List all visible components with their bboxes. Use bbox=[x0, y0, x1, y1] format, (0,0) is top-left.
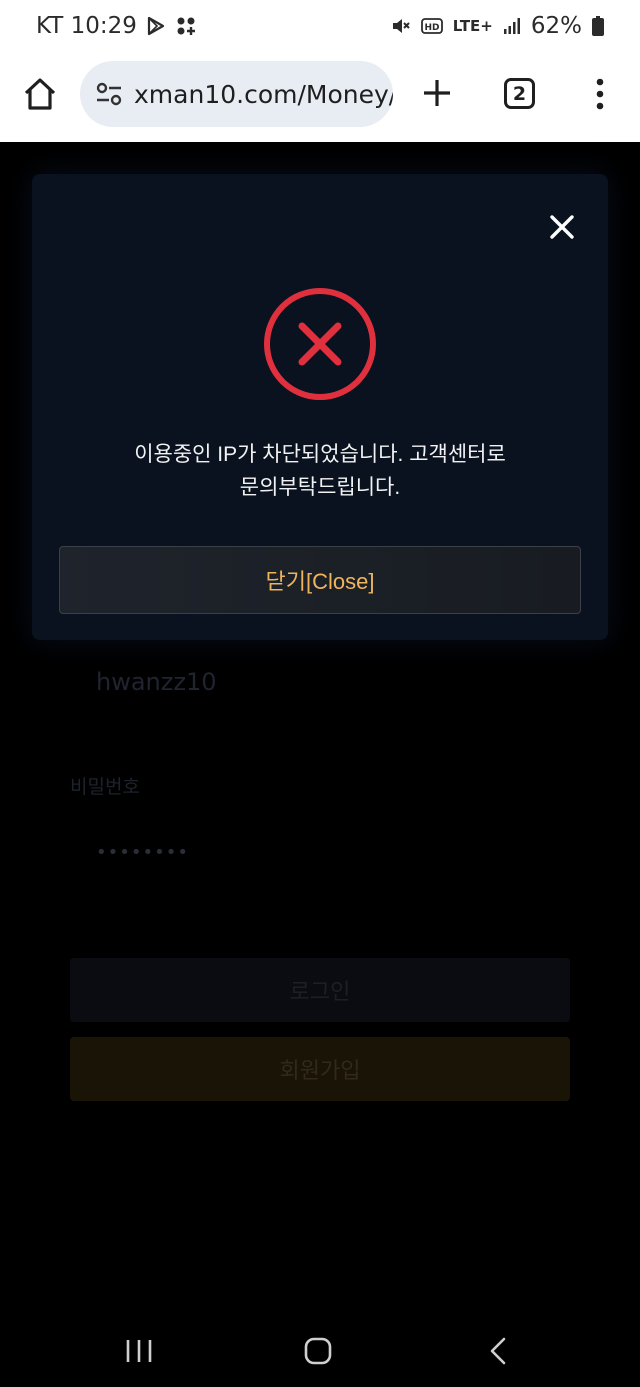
recent-apps-button[interactable] bbox=[124, 1338, 154, 1364]
mute-icon bbox=[391, 16, 411, 36]
recent-apps-icon bbox=[126, 1340, 152, 1362]
system-nav-bar bbox=[0, 1310, 640, 1387]
kebab-menu-icon bbox=[596, 78, 604, 110]
login-button[interactable]: 로그인 bbox=[70, 958, 570, 1022]
password-input[interactable]: •••••••• bbox=[96, 842, 189, 863]
hd-voice-icon: HD bbox=[420, 17, 443, 35]
nav-home-icon bbox=[304, 1337, 332, 1365]
site-settings-icon[interactable] bbox=[94, 79, 124, 109]
address-bar[interactable]: xman10.com/Money/ bbox=[80, 61, 393, 127]
battery-percent: 62% bbox=[530, 13, 582, 39]
signal-icon bbox=[503, 17, 521, 35]
apps-notification-icon bbox=[175, 15, 197, 37]
modal-message: 이용중인 IP가 차단되었습니다. 고객센터로 문의부탁드립니다. bbox=[72, 438, 568, 504]
signup-button[interactable]: 회원가입 bbox=[70, 1037, 570, 1101]
svg-text:HD: HD bbox=[424, 23, 439, 33]
carrier-time: KT 10:29 bbox=[36, 13, 137, 39]
home-button[interactable] bbox=[22, 76, 58, 112]
new-tab-button[interactable] bbox=[420, 76, 454, 110]
home-icon bbox=[24, 78, 56, 110]
status-right: HD LTE+ 62% bbox=[391, 13, 604, 39]
plus-icon bbox=[424, 80, 450, 106]
play-store-icon bbox=[145, 15, 167, 37]
status-bar: KT 10:29 HD LTE+ 62% bbox=[0, 0, 640, 52]
message-line-1: 이용중인 IP가 차단되었습니다. 고객센터로 bbox=[134, 443, 506, 466]
error-modal: 이용중인 IP가 차단되었습니다. 고객센터로 문의부탁드립니다. 닫기[Clo… bbox=[32, 174, 608, 640]
network-type: LTE+ bbox=[452, 17, 493, 35]
close-dialog-button[interactable]: 닫기[Close] bbox=[59, 546, 581, 614]
message-line-2: 문의부탁드립니다. bbox=[239, 476, 401, 499]
status-left: KT 10:29 bbox=[36, 13, 197, 39]
close-icon bbox=[550, 215, 574, 239]
modal-close-button[interactable] bbox=[547, 212, 577, 242]
nav-back-button[interactable] bbox=[487, 1336, 509, 1366]
nav-home-button[interactable] bbox=[303, 1336, 333, 1366]
password-label: 비밀번호 bbox=[70, 776, 140, 798]
url-text: xman10.com/Money/ bbox=[134, 79, 393, 109]
browser-toolbar: xman10.com/Money/ 2 bbox=[0, 52, 640, 142]
username-input[interactable]: hwanzz10 bbox=[96, 668, 217, 696]
more-menu-button[interactable] bbox=[590, 76, 610, 112]
tab-switcher-button[interactable]: 2 bbox=[504, 78, 535, 109]
error-x-icon bbox=[262, 286, 378, 402]
battery-icon bbox=[592, 16, 604, 36]
back-chevron-icon bbox=[490, 1337, 506, 1365]
